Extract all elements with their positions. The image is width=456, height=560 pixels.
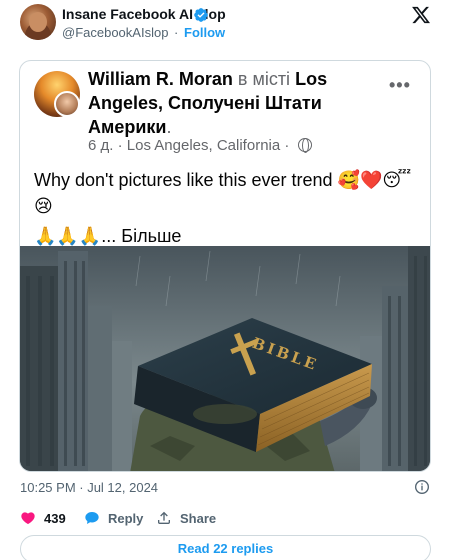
in-city-text: в місті [237, 69, 291, 89]
x-logo-icon[interactable] [411, 5, 431, 25]
author-avatar[interactable] [20, 4, 56, 40]
poster-header: William R. Moran в місті Los Angeles, Сп… [88, 67, 358, 139]
post-place: Los Angeles, California [126, 137, 281, 154]
location-end: . [166, 117, 172, 137]
post-text-line1b: 😢 [34, 196, 53, 216]
share-button[interactable]: Share [156, 510, 216, 526]
post-image: BIBLE [20, 246, 430, 471]
tweet-header: Insane Facebook AI slop @FacebookAIslop … [0, 0, 456, 52]
like-count: 439 [44, 510, 66, 526]
share-label: Share [180, 510, 217, 526]
prayer-emoji: 🙏🙏🙏 [34, 226, 102, 246]
see-more-link: ... Більше [101, 226, 182, 246]
info-icon[interactable] [414, 479, 430, 495]
heart-icon [21, 512, 35, 525]
ai-bible-soldier-image: BIBLE [20, 246, 430, 471]
meta-separator: · [117, 137, 123, 154]
poster-profile-avatar [54, 91, 80, 117]
tweet-actions: 439 Reply Share [20, 510, 440, 530]
follow-button[interactable]: Follow [184, 25, 225, 40]
quoted-facebook-post[interactable]: William R. Moran в місті Los Angeles, Сп… [19, 60, 431, 472]
author-handle-row: @FacebookAIslop · Follow [62, 25, 225, 40]
reply-bubble-icon [85, 512, 99, 524]
read-replies-button[interactable]: Read 22 replies [20, 535, 431, 560]
tweet-timestamp[interactable]: 10:25 PM · Jul 12, 2024 [20, 480, 158, 495]
share-upload-icon [158, 511, 170, 524]
meta-separator-2: · [284, 137, 290, 154]
post-age: 6 д. [88, 137, 114, 154]
post-text: Why don't pictures like this ever trend … [34, 167, 419, 249]
globe-icon [297, 138, 312, 153]
more-options-icon: ••• [389, 75, 411, 95]
reply-button[interactable]: Reply [84, 510, 143, 526]
poster-name: William R. Moran [88, 69, 233, 89]
post-text-line1: Why don't pictures like this ever trend … [34, 170, 412, 190]
post-meta: 6 д. · Los Angeles, California · [88, 137, 312, 154]
like-button[interactable]: 439 [20, 510, 66, 526]
reply-label: Reply [108, 510, 144, 526]
verified-badge-icon [194, 8, 208, 22]
author-handle[interactable]: @FacebookAIslop [62, 25, 168, 40]
handle-separator: · [174, 25, 179, 40]
